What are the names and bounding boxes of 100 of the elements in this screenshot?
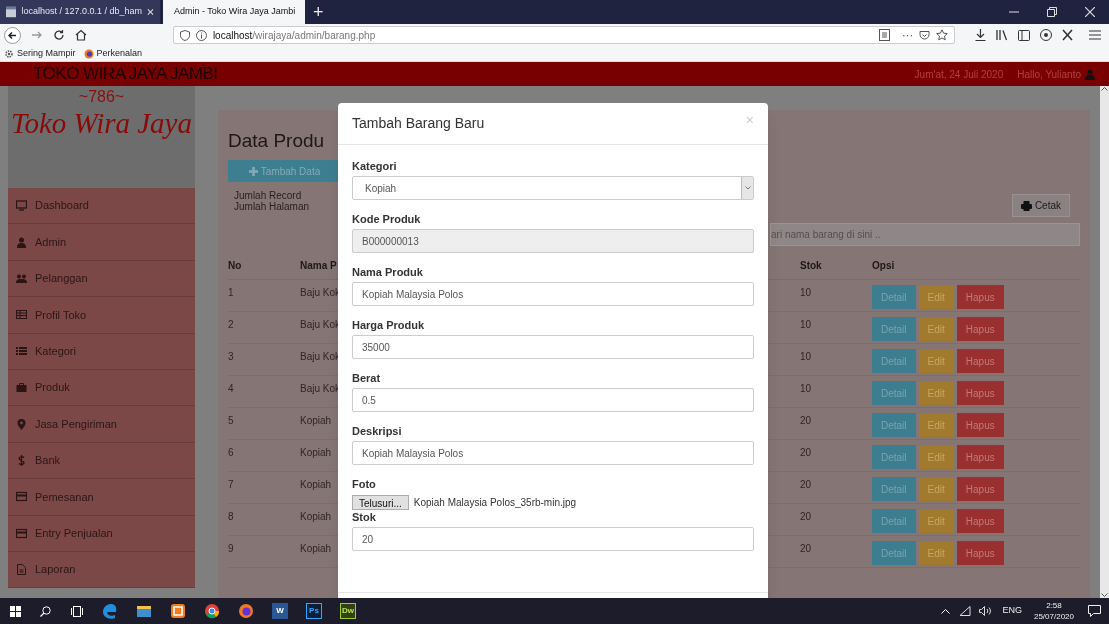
chevron-up-icon[interactable]: [941, 608, 951, 614]
column-header: Stok: [800, 259, 822, 273]
folder-icon[interactable]: [136, 603, 152, 619]
reload-icon[interactable]: [52, 29, 65, 41]
e-logo-icon[interactable]: [102, 603, 118, 619]
sidebar-item[interactable]: Profil Toko: [8, 297, 195, 334]
restore-icon[interactable]: [1047, 7, 1057, 17]
browse-button[interactable]: Telusuri...: [352, 494, 409, 510]
field-label: Berat: [352, 371, 382, 385]
credit-card-icon: [16, 527, 27, 539]
sidebar-item[interactable]: Entry Penjualan: [8, 515, 195, 552]
sidebar-item[interactable]: Admin: [8, 224, 195, 261]
notification-icon[interactable]: [1088, 605, 1101, 617]
sidebar-item[interactable]: Pelanggan: [8, 260, 195, 298]
print-button[interactable]: Cetak: [1011, 194, 1070, 217]
circle-logo-icon[interactable]: [204, 603, 220, 619]
field-label: Stok: [352, 510, 377, 524]
more-actions-button[interactable]: ···: [902, 26, 914, 44]
action-button[interactable]: Hapus: [956, 413, 1004, 437]
text-field[interactable]: 0.5: [352, 388, 754, 412]
document-icon[interactable]: W: [272, 603, 288, 619]
action-button[interactable]: Hapus: [956, 477, 1004, 501]
page-scrollbar[interactable]: [1100, 86, 1109, 598]
dollar-icon: [16, 454, 27, 466]
action-button[interactable]: Detail: [872, 381, 916, 405]
new-tab-button[interactable]: +: [305, 0, 332, 24]
map-pin-icon: [16, 418, 27, 430]
menu-icon[interactable]: [1089, 30, 1101, 40]
close-icon[interactable]: [147, 8, 154, 16]
browser-tab[interactable]: localhost / 127.0.0.1 / db_ham: [0, 0, 160, 24]
logo-text: Toko Wira Jaya: [11, 106, 192, 140]
sidebar-item[interactable]: Bank: [8, 442, 195, 480]
sidebar-item[interactable]: Laporan: [8, 551, 195, 589]
star-icon[interactable]: [936, 29, 949, 41]
printer-icon: [1020, 200, 1032, 211]
download-icon[interactable]: [975, 29, 987, 41]
bookmark-item[interactable]: Perkenalan: [83, 46, 143, 61]
logo-tagline: ~786~: [78, 88, 125, 106]
action-button[interactable]: Hapus: [956, 381, 1004, 405]
action-button[interactable]: Detail: [872, 349, 916, 373]
clock[interactable]: 2:58 25/07/2020: [1033, 600, 1074, 622]
close-button[interactable]: ×: [745, 113, 754, 127]
app-icon[interactable]: [170, 603, 186, 619]
text-field[interactable]: Kopiah Malaysia Polos: [352, 441, 754, 465]
close-icon[interactable]: [1085, 7, 1095, 17]
table-cell-text: Kopiah: [300, 414, 332, 428]
address-bar[interactable]: localhost/wirajaya/admin/barang.php ···: [172, 26, 956, 44]
page-title: Data Produ: [228, 129, 326, 153]
sidebar-icon[interactable]: [1018, 29, 1031, 41]
sidebar-item[interactable]: Kategori: [8, 333, 195, 370]
action-button[interactable]: Detail: [872, 477, 916, 501]
network-icon[interactable]: [959, 606, 972, 616]
bookmark-item[interactable]: Sering Mampir: [4, 46, 76, 61]
action-button[interactable]: Hapus: [956, 317, 1004, 341]
library-icon[interactable]: [996, 29, 1009, 41]
dw-icon[interactable]: Dw: [340, 603, 356, 619]
text-field[interactable]: 20: [352, 527, 754, 551]
category-select[interactable]: Kopiah: [352, 176, 754, 200]
action-button[interactable]: Hapus: [956, 349, 1004, 373]
text-field[interactable]: 35000: [352, 335, 754, 359]
sidebar-item[interactable]: Jasa Pengiriman: [8, 406, 195, 443]
sidebar-item[interactable]: Dashboard: [8, 188, 195, 225]
list-icon: [16, 345, 27, 357]
task-view-icon[interactable]: [71, 605, 83, 617]
language-indicator[interactable]: ENG: [1002, 604, 1022, 618]
action-button[interactable]: Detail: [872, 509, 916, 533]
info-icon: [195, 29, 207, 41]
sidebar-item[interactable]: Produk: [8, 369, 195, 407]
action-button[interactable]: Hapus: [956, 285, 1004, 309]
table-cell-text: 4: [228, 382, 234, 396]
browser-tab[interactable]: Admin - Toko Wira Jaya Jambi: [163, 0, 305, 24]
field-label: Kode Produk: [352, 212, 422, 226]
search-icon[interactable]: [40, 605, 51, 617]
text-field[interactable]: Kopiah Malaysia Polos: [352, 282, 754, 306]
table-cell-text: 20: [800, 478, 812, 492]
ps-icon[interactable]: Ps: [306, 603, 322, 619]
back-icon[interactable]: [4, 26, 21, 44]
action-button[interactable]: Hapus: [956, 509, 1004, 533]
action-button[interactable]: Hapus: [956, 541, 1004, 565]
action-button[interactable]: Detail: [872, 285, 916, 309]
table-cell-text: Kopiah: [300, 446, 332, 460]
action-button[interactable]: Detail: [872, 445, 916, 469]
chevron-down-icon[interactable]: [744, 186, 751, 190]
table-cell-text: 9: [228, 542, 234, 556]
action-button[interactable]: Detail: [872, 541, 916, 565]
scroll-up-icon[interactable]: [1101, 86, 1108, 91]
action-button[interactable]: Detail: [872, 317, 916, 341]
column-header: No: [228, 259, 242, 273]
add-data-button[interactable]: Tambah Data: [228, 160, 341, 182]
pocket-icon[interactable]: [919, 29, 931, 41]
scroll-down-icon[interactable]: [1101, 593, 1108, 598]
file-name: Kopiah Malaysia Polos_35rb-min.jpg: [413, 495, 577, 510]
forward-icon[interactable]: [31, 29, 43, 41]
x-icon[interactable]: [1062, 29, 1073, 41]
reader-view-icon[interactable]: [879, 29, 891, 41]
home-icon[interactable]: [74, 29, 87, 41]
sidebar-item[interactable]: Pemesanan: [8, 479, 195, 516]
volume-icon[interactable]: [979, 606, 993, 616]
action-button[interactable]: Detail: [872, 413, 916, 437]
action-button[interactable]: Hapus: [956, 445, 1004, 469]
